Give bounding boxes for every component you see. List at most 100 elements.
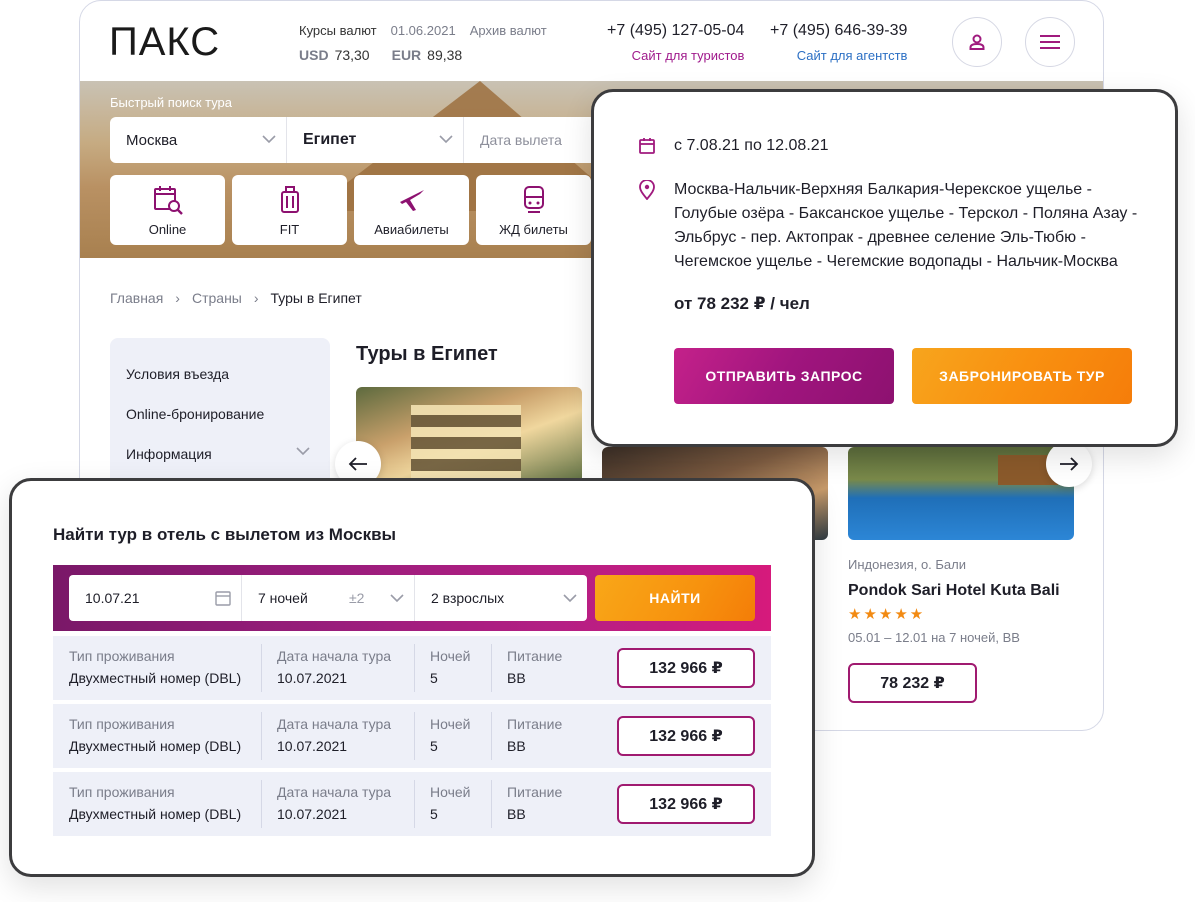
rates-archive-link[interactable]: Архив валют [470,23,547,38]
hotel-photo[interactable] [848,447,1074,540]
calendar-search-icon [153,186,183,215]
user-icon [969,34,985,50]
tile-trains-label: ЖД билеты [499,222,568,237]
hotel-stars: ★★★★★ [848,606,926,623]
side-menu-item-booking[interactable]: Online-бронирование [126,406,314,446]
nights-label: Ночей [430,784,471,800]
filter-fields: 10.07.21 7 ночей ±2 2 взрослых [69,575,587,621]
room-type-cell: Тип проживания Двухместный номер (DBL) [69,648,241,686]
nights-cell: Ночей 5 [430,648,471,686]
rates-label: Курсы валют [299,23,377,38]
location-pin-icon [639,180,655,200]
usd-value: 73,30 [334,47,370,63]
breadcrumb-current: Туры в Египет [270,290,362,306]
hotel-dates: 05.01 – 12.01 на 7 ночей, BB [848,630,1020,645]
tile-flights-label: Авиабилеты [374,222,449,237]
meal-cell: Питание BB [507,716,562,754]
tour-dates: с 7.08.21 по 12.08.21 [674,137,829,154]
agencies-site-link[interactable]: Сайт для агентств [770,48,908,63]
nights-count: 5 [430,738,438,754]
departure-date-placeholder: Дата вылета [480,132,562,148]
quick-search-bar: Москва Египет Дата вылета [110,117,630,163]
nights-label: Ночей [430,648,471,664]
tile-fit[interactable]: FIT [232,175,347,245]
carousel-next-button[interactable] [1046,441,1092,487]
room-type-label: Тип проживания [69,716,175,732]
suitcase-icon [280,186,299,213]
room-type-cell: Тип проживания Двухместный номер (DBL) [69,716,241,754]
start-date-cell: Дата начала тура 10.07.2021 [277,784,391,822]
tile-trains[interactable]: ЖД билеты [476,175,591,245]
start-date-cell: Дата начала тура 10.07.2021 [277,716,391,754]
send-request-button[interactable]: ОТПРАВИТЬ ЗАПРОС [674,348,894,404]
phone1-number[interactable]: +7 (495) 127-05-04 [607,22,744,39]
chevron-down-icon [390,594,404,603]
start-date-label: Дата начала тура [277,784,392,800]
phone2-number[interactable]: +7 (495) 646-39-39 [770,22,907,39]
divider [414,644,415,692]
room-type-value: Двухместный номер (DBL) [69,670,242,686]
usd-rate: USD 73,30 [299,47,370,63]
nights-select[interactable]: 7 ночей ±2 [242,575,415,621]
menu-button[interactable] [1025,17,1075,67]
nights-count: 5 [430,670,438,686]
nights-value: 7 ночей [258,590,308,606]
meal-label: Питание [507,784,563,800]
departure-city-select[interactable]: Москва [110,117,287,163]
room-type-label: Тип проживания [69,784,175,800]
nights-flex: ±2 [349,590,365,606]
meal-value: BB [507,738,526,754]
guests-select[interactable]: 2 взрослых [415,575,587,621]
start-date-label: Дата начала тура [277,648,392,664]
chevron-right-icon: › [175,290,180,306]
book-tour-button[interactable]: ЗАБРОНИРОВАТЬ ТУР [912,348,1132,404]
nights-count: 5 [430,806,438,822]
divider [261,712,262,760]
result-price-button[interactable]: 132 966 ₽ [617,716,755,756]
date-field[interactable]: 10.07.21 [69,575,242,621]
meal-label: Питание [507,648,563,664]
search-filter-bar: 10.07.21 7 ночей ±2 2 взрослых НАЙТИ [53,565,771,631]
chevron-down-icon [296,447,310,456]
meal-value: BB [507,806,526,822]
room-type-label: Тип проживания [69,648,175,664]
side-menu: Условия въезда Online-бронирование Инфор… [110,338,330,488]
result-row: Тип проживания Двухместный номер (DBL) Да… [53,704,771,768]
side-menu-item-entry[interactable]: Условия въезда [126,366,314,406]
tourists-site-link[interactable]: Сайт для туристов [607,48,745,63]
account-button[interactable] [952,17,1002,67]
nights-cell: Ночей 5 [430,784,471,822]
tour-price: от 78 232 ₽ / чел [674,294,810,313]
search-card-title: Найти тур в отель с вылетом из Москвы [53,525,397,544]
start-date-value: 10.07.2021 [277,738,348,754]
guests-value: 2 взрослых [431,590,505,606]
nights-cell: Ночей 5 [430,716,471,754]
breadcrumb-countries[interactable]: Страны [192,290,242,306]
result-price-button[interactable]: 132 966 ₽ [617,648,755,688]
find-button[interactable]: НАЙТИ [595,575,755,621]
start-date-cell: Дата начала тура 10.07.2021 [277,648,391,686]
result-price-button[interactable]: 132 966 ₽ [617,784,755,824]
hotel-search-card: Найти тур в отель с вылетом из Москвы 10… [9,478,815,877]
result-row: Тип проживания Двухместный номер (DBL) Да… [53,636,771,700]
chevron-down-icon [439,135,453,144]
tile-flights[interactable]: Авиабилеты [354,175,469,245]
airplane-icon [399,190,424,211]
nights-label: Ночей [430,716,471,732]
rates-date: 01.06.2021 [390,23,456,38]
room-type-value: Двухместный номер (DBL) [69,738,242,754]
hotel-name[interactable]: Pondok Sari Hotel Kuta Bali [848,582,1060,600]
country-select[interactable]: Египет [287,117,464,163]
calendar-icon [215,591,231,606]
meal-cell: Питание BB [507,648,562,686]
breadcrumb-home[interactable]: Главная [110,290,163,306]
hotel-region: Индонезия, о. Бали [848,557,967,572]
eur-value: 89,38 [427,47,463,63]
train-icon [523,186,544,213]
hotel-price-button[interactable]: 78 232 ₽ [848,663,977,703]
logo[interactable]: ПАКС [109,21,220,63]
tile-online[interactable]: Online [110,175,225,245]
service-tiles: Online FIT Авиабилеты ЖД билеты [110,175,591,245]
start-date-label: Дата начала тура [277,716,392,732]
chevron-right-icon: › [253,290,259,306]
